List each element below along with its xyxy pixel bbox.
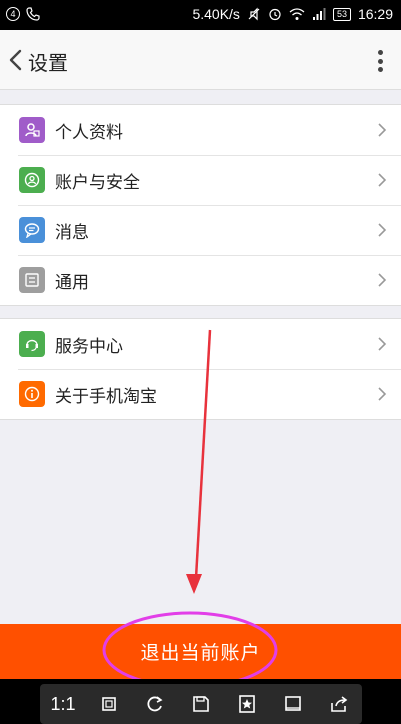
about-icon [19,381,45,407]
more-options-icon[interactable] [375,48,385,74]
wifi-icon [289,7,305,21]
network-speed: 5.40K/s [192,6,240,22]
battery-icon: 53 [332,7,351,21]
chevron-right-icon [378,123,387,137]
menu-item-label: 通用 [55,272,89,293]
mute-icon [247,7,261,21]
status-bar: 4 5.40K/s 53 16:29 [0,0,401,30]
menu-item-label: 消息 [55,222,89,243]
save-icon[interactable] [186,689,216,719]
chevron-right-icon [378,223,387,237]
crop-icon[interactable] [94,689,124,719]
account-security-icon [19,167,45,193]
logout-button[interactable]: 退出当前账户 [0,624,401,679]
rotate-icon[interactable] [140,689,170,719]
menu-item-general[interactable]: 通用 [0,255,401,305]
menu-item-label: 个人资料 [55,122,123,143]
notification-badge: 4 [6,7,20,21]
signal-icon [312,7,326,21]
settings-group-account: 个人资料 账户与安全 消息 通用 [0,104,401,306]
menu-item-label: 账户与安全 [55,172,140,193]
menu-item-profile[interactable]: 个人资料 [0,105,401,155]
service-center-icon [19,331,45,357]
favorite-icon[interactable] [232,689,262,719]
chevron-right-icon [378,387,387,401]
menu-item-account-security[interactable]: 账户与安全 [0,155,401,205]
app-header: 设置 [0,30,401,90]
screenshot-toolbar: 1:1 [40,684,362,724]
message-icon [19,217,45,243]
chevron-right-icon [378,337,387,351]
general-icon [19,267,45,293]
chevron-right-icon [378,173,387,187]
alarm-icon [268,7,282,21]
menu-item-label: 服务中心 [55,336,123,357]
back-arrow-icon[interactable] [6,48,26,72]
phone-icon [26,7,40,21]
ratio-button[interactable]: 1:1 [48,689,78,719]
menu-item-messages[interactable]: 消息 [0,205,401,255]
menu-item-label: 关于手机淘宝 [55,386,157,407]
clock: 16:29 [357,6,393,22]
menu-item-about[interactable]: 关于手机淘宝 [0,369,401,419]
page-title: 设置 [28,51,68,75]
menu-item-service-center[interactable]: 服务中心 [0,319,401,369]
chevron-right-icon [378,273,387,287]
window-icon[interactable] [278,689,308,719]
profile-icon [19,117,45,143]
share-icon[interactable] [324,689,354,719]
settings-group-help: 服务中心 关于手机淘宝 [0,318,401,420]
